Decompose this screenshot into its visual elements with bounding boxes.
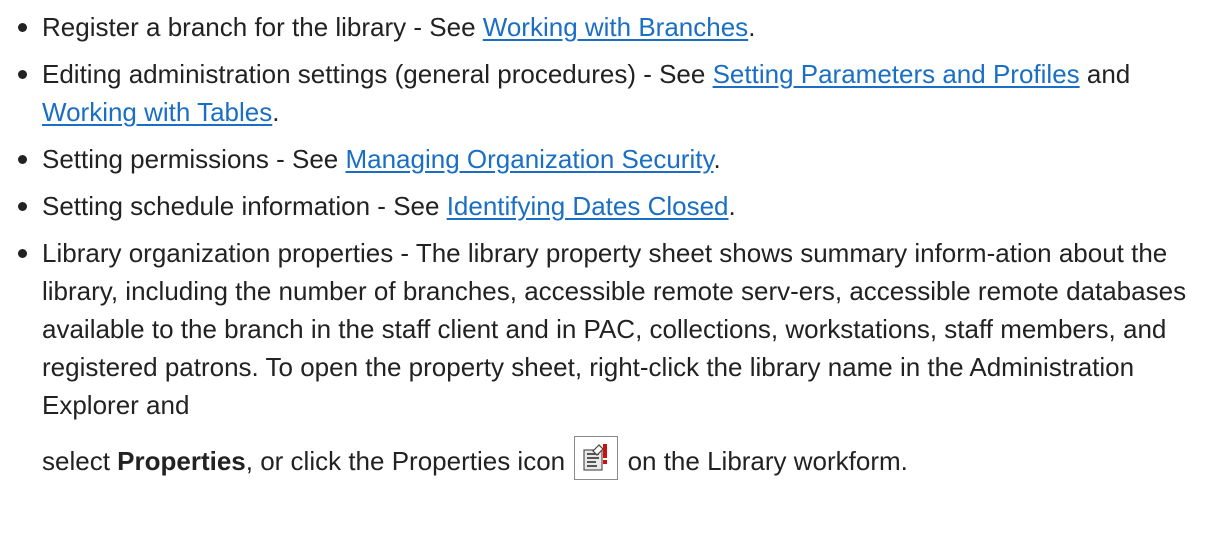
link-identifying-dates-closed[interactable]: Identifying Dates Closed xyxy=(447,191,729,221)
item-text: Setting permissions - See xyxy=(42,144,346,174)
list-item: Library organization properties - The li… xyxy=(0,234,1225,482)
bullet xyxy=(18,23,27,32)
item-text: . xyxy=(713,144,721,174)
item-text: , or click the Properties icon xyxy=(245,446,573,476)
bullet xyxy=(18,70,27,79)
link-managing-organization-security[interactable]: Managing Organization Security xyxy=(345,144,713,174)
item-text: Register a branch for the library - See xyxy=(42,12,483,42)
link-working-with-tables[interactable]: Working with Tables xyxy=(42,97,272,127)
list-item: Register a branch for the library - See … xyxy=(0,0,1225,46)
list-item: Setting schedule information - See Ident… xyxy=(0,187,1225,225)
item-text: . xyxy=(272,97,280,127)
item-text: . xyxy=(728,191,736,221)
properties-icon xyxy=(574,436,619,480)
item-text: Setting schedule information - See xyxy=(42,191,447,221)
list-item: Setting permissions - See Managing Organ… xyxy=(0,140,1225,178)
item-text-line: select Properties, or click the Properti… xyxy=(42,436,1225,482)
bold-properties: Properties xyxy=(117,446,246,476)
link-setting-parameters-and-profiles[interactable]: Setting Parameters and Profiles xyxy=(713,59,1080,89)
item-text: select xyxy=(42,446,118,476)
item-text: and xyxy=(1079,59,1131,89)
item-text: on the Library workform. xyxy=(620,446,908,476)
item-text: . xyxy=(748,12,756,42)
bullet xyxy=(18,202,27,211)
bullet-list: Register a branch for the library - See … xyxy=(0,0,1225,482)
bullet xyxy=(18,249,27,258)
item-text: Library organization properties - The li… xyxy=(42,238,1187,420)
bullet xyxy=(18,155,27,164)
list-item: Editing administration settings (general… xyxy=(0,55,1225,131)
item-text: Editing administration settings (general… xyxy=(42,59,713,89)
link-working-with-branches[interactable]: Working with Branches xyxy=(483,12,748,42)
